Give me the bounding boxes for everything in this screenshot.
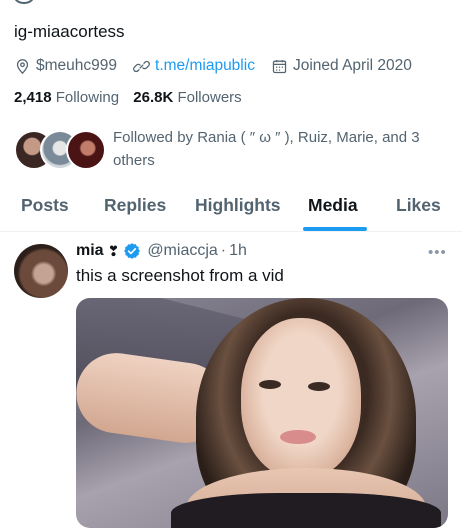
followed-by-avatars[interactable]	[14, 128, 106, 170]
post-timestamp[interactable]: 1h	[229, 242, 247, 260]
tab-posts[interactable]: Posts	[21, 187, 69, 231]
tab-media[interactable]: Media	[308, 187, 358, 231]
image-eye	[308, 382, 330, 391]
verified-badge-icon	[124, 243, 141, 259]
profile-tabs: Posts Replies Highlights Media Likes	[0, 187, 462, 232]
profile-meta: $meuhc999 t.me/miapublic Joined April 20…	[14, 55, 454, 77]
image-lips	[280, 430, 316, 444]
following-link[interactable]: 2,418 Following	[14, 89, 119, 106]
calendar-icon	[272, 59, 287, 73]
post-media-image[interactable]	[76, 298, 448, 528]
joined-item: Joined April 2020	[271, 57, 412, 75]
following-count: 2,418	[14, 89, 52, 106]
post-header: mia ❣ @miaccja · 1h	[76, 242, 247, 260]
followed-by-text[interactable]: Followed by Rania ( ″ ω ″ ), Ruiz, Marie…	[113, 126, 448, 172]
profile-handle: ig-miaacortess	[14, 22, 125, 41]
tab-highlights[interactable]: Highlights	[195, 187, 281, 231]
followers-count: 26.8K	[133, 89, 174, 106]
link-icon	[133, 60, 150, 72]
followers-link[interactable]: 26.8K Followers	[133, 89, 241, 106]
website-link[interactable]: t.me/miapublic	[155, 57, 255, 75]
post-text: this a screenshot from a vid	[76, 266, 284, 285]
follow-stats: 2,418 Following 26.8K Followers	[14, 89, 252, 106]
avatar[interactable]	[14, 244, 68, 298]
tab-replies[interactable]: Replies	[104, 187, 166, 231]
post-author-handle[interactable]: @miaccja	[147, 242, 217, 260]
image-clothing	[171, 493, 441, 528]
post-author-name[interactable]: mia	[76, 242, 104, 260]
website-item[interactable]: t.me/miapublic	[133, 57, 255, 75]
image-eye	[259, 380, 281, 389]
followers-label: Followers	[177, 89, 242, 106]
image-face	[241, 318, 361, 478]
avatar	[66, 130, 106, 170]
location-pin-icon	[16, 58, 29, 74]
separator-dot: ·	[220, 242, 227, 259]
active-tab-indicator	[303, 227, 367, 231]
tab-likes[interactable]: Likes	[396, 187, 441, 231]
following-label: Following	[55, 89, 120, 106]
clipped-icon	[14, 0, 34, 4]
more-options-icon[interactable]: •••	[428, 244, 447, 261]
location-text: $meuhc999	[36, 57, 118, 74]
joined-text: Joined April 2020	[292, 57, 412, 74]
location-item: $meuhc999	[14, 57, 117, 75]
heart-exclamation-icon: ❣	[107, 242, 120, 259]
